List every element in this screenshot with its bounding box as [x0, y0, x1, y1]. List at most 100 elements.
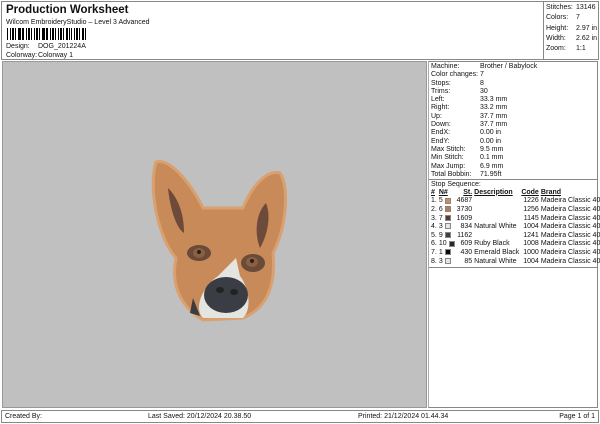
- stat-label: Zoom:: [546, 45, 566, 53]
- stitch-count: 1609: [456, 214, 473, 222]
- needle-value: 1: [438, 249, 443, 257]
- last-saved: Last Saved: 20/12/2024 20.38.50: [148, 413, 252, 420]
- stitch-count: 3730: [456, 206, 473, 214]
- needle-number: 3: [438, 222, 456, 231]
- info-value: 0.1 mm: [480, 154, 504, 162]
- thread-code: 1256: [523, 206, 539, 214]
- info-row: Up: 37.7 mm: [429, 113, 597, 121]
- info-value: Brother / Babylock: [480, 63, 538, 70]
- footer: Created By: Last Saved: 20/12/2024 20.38…: [1, 410, 599, 423]
- needle-value: 9: [438, 231, 443, 239]
- stat-row: Colors: 7: [546, 13, 598, 23]
- thread-brand: Madeira Classic 40: [540, 257, 600, 265]
- info-label: Left:: [431, 96, 445, 104]
- stop-index: 8.: [431, 257, 437, 265]
- info-row: Left: 33.3 mm: [429, 96, 597, 104]
- thread-description: [473, 231, 520, 240]
- stitch-count: 430: [460, 249, 473, 257]
- stat-value: 1:1: [576, 45, 586, 53]
- info-value: 71.95ft: [480, 170, 502, 178]
- color-swatch: [444, 206, 451, 213]
- color-swatch: [444, 231, 451, 238]
- stop-index: 5.: [431, 231, 437, 239]
- table-row: 3. 7 1609 1145 Madeira Classic 40: [430, 214, 600, 223]
- software-subtitle: Wilcom EmbroideryStudio – Level 3 Advanc…: [6, 19, 150, 26]
- col-stitches: St.: [463, 188, 473, 196]
- color-swatch: [444, 197, 451, 204]
- needle-number: 1: [438, 248, 456, 257]
- info-value: 0.00 in: [480, 129, 502, 137]
- col-index: #: [431, 188, 435, 196]
- info-row: Machine: Brother / Babylock: [429, 63, 597, 71]
- needle-number: 7: [438, 214, 456, 223]
- thread-code: 1008: [523, 240, 539, 248]
- stat-row: Height: 2.97 in: [546, 24, 598, 34]
- stat-label: Colors:: [546, 14, 569, 22]
- needle-value: 3: [438, 257, 443, 265]
- thread-code: 1004: [523, 257, 539, 265]
- thread-code: 1004: [523, 223, 539, 231]
- table-row: 4. 3 834 Natural White 1004 Madeira Clas…: [430, 222, 600, 231]
- info-row: Stops: 8: [429, 80, 597, 88]
- info-value: 6.9 mm: [480, 162, 504, 170]
- stat-label: Height:: [546, 24, 569, 32]
- stat-row: Zoom: 1:1: [546, 44, 598, 54]
- needle-number: 6: [438, 205, 456, 214]
- info-value: 37.7 mm: [480, 121, 508, 129]
- info-label: Down:: [431, 121, 451, 129]
- stat-row: Width: 2.62 in: [546, 34, 598, 44]
- needle-value: 6: [438, 206, 443, 214]
- info-value: 7: [480, 71, 484, 79]
- stop-index: 2.: [431, 206, 437, 214]
- color-swatch: [444, 257, 451, 264]
- needle-number: 10: [438, 240, 456, 249]
- stop-index: 6.: [431, 240, 437, 248]
- color-swatch: [444, 249, 451, 256]
- design-info-panel: Machine: Brother / Babylock Color changes:…: [428, 61, 600, 408]
- table-row: 5. 9 1162 1241 Madeira Classic 40: [430, 231, 600, 240]
- info-value: 9.5 mm: [480, 145, 504, 153]
- color-swatch: [444, 223, 451, 230]
- info-row: Color changes: 7: [429, 71, 597, 79]
- stop-index: 4.: [431, 223, 437, 231]
- thread-description: [473, 205, 520, 214]
- info-row: Min Stitch: 0.1 mm: [429, 154, 597, 162]
- printed-date: Printed: 21/12/2024 01.44.34: [358, 413, 449, 420]
- needle-number: 9: [438, 231, 456, 240]
- table-row: 6. 10 609 Ruby Black 1008 Madeira Classi…: [430, 240, 600, 249]
- table-row: 2. 6 3730 1256 Madeira Classic 40: [430, 205, 600, 214]
- info-value: 30: [480, 87, 488, 95]
- thread-code: 1000: [523, 249, 539, 257]
- thread-brand: Madeira Classic 40: [540, 249, 600, 257]
- thread-code: 1145: [523, 214, 539, 222]
- stitch-count: 1162: [457, 231, 473, 239]
- thread-brand: Madeira Classic 40: [540, 197, 600, 205]
- stitch-count: 85: [464, 257, 473, 265]
- thread-code: 1226: [523, 197, 539, 205]
- stat-label: Width:: [546, 34, 566, 42]
- info-label: Color changes:: [431, 71, 479, 79]
- table-row: 7. 1 430 Emerald Black 1000 Madeira Clas…: [430, 248, 600, 257]
- stat-value: 7: [576, 14, 580, 22]
- needle-value: 3: [438, 223, 443, 231]
- info-label: Trims:: [431, 87, 451, 95]
- barcode: [7, 28, 87, 40]
- colorway-row: Colorway:Colorway 1: [6, 52, 73, 59]
- needle-number: 3: [438, 257, 456, 266]
- info-label: Stops:: [431, 79, 451, 87]
- needle-value: 5: [438, 197, 443, 205]
- needle-number: 5: [438, 197, 456, 206]
- stitch-count: 4687: [456, 197, 473, 205]
- col-code: Code: [521, 188, 539, 196]
- col-brand: Brand: [540, 188, 562, 196]
- design-name: DOG_201224A: [38, 43, 86, 50]
- thread-description: [473, 197, 520, 206]
- info-row: Max Jump: 6.9 mm: [429, 163, 597, 171]
- info-label: Up:: [431, 112, 442, 120]
- info-row: Total Bobbin: 71.95ft: [429, 171, 597, 179]
- thread-code: 1241: [523, 231, 539, 239]
- stop-index: 1.: [431, 197, 437, 205]
- info-value: 37.7 mm: [480, 112, 508, 120]
- info-value: 33.3 mm: [480, 96, 508, 104]
- stitch-count: 834: [460, 223, 473, 231]
